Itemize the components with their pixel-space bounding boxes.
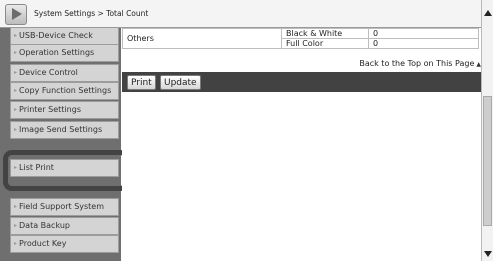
title-bar: System Settings > Total Count bbox=[0, 0, 493, 28]
count-type-cell: Black & White bbox=[281, 28, 369, 39]
table-row: Others Black & White 0 bbox=[122, 28, 479, 49]
chevron-right-icon: ▸ bbox=[14, 222, 18, 229]
chevron-right-icon: ▸ bbox=[14, 106, 18, 113]
sidebar-item-field-support-system[interactable]: ▸ Field Support System bbox=[10, 198, 119, 216]
sidebar-item-label: USB-Device Check bbox=[19, 31, 93, 40]
chevron-right-icon: ▸ bbox=[14, 49, 18, 56]
list-print-highlight bbox=[3, 150, 129, 191]
sidebar-item-usb-device-check[interactable]: ▸ USB-Device Check bbox=[10, 28, 119, 45]
scrollbar-thumb[interactable] bbox=[483, 96, 492, 226]
count-value-cell: 0 bbox=[368, 38, 479, 49]
sidebar-item-device-control[interactable]: ▸ Device Control bbox=[10, 64, 119, 82]
chevron-right-icon: ▸ bbox=[14, 69, 18, 76]
sidebar-item-label: Device Control bbox=[19, 68, 78, 77]
sidebar-item-image-send-settings[interactable]: ▸ Image Send Settings bbox=[10, 121, 119, 139]
sidebar-item-label: Data Backup bbox=[19, 221, 70, 230]
back-to-top-link[interactable]: Back to the Top on This Page ▲ bbox=[359, 59, 481, 68]
scroll-up-icon[interactable] bbox=[484, 10, 492, 16]
sidebar: ▸ USB-Device Check ▸ Operation Settings ▸ D… bbox=[0, 28, 121, 261]
sidebar-item-label: Field Support System bbox=[19, 202, 105, 211]
chevron-right-icon: ▸ bbox=[14, 126, 18, 133]
sidebar-item-label: Printer Settings bbox=[19, 105, 81, 114]
row-label-cell: Others bbox=[122, 28, 282, 49]
sidebar-item-label: Operation Settings bbox=[19, 48, 95, 57]
sidebar-item-product-key[interactable]: ▸ Product Key bbox=[10, 235, 119, 253]
play-triangle-icon bbox=[12, 8, 22, 20]
sidebar-item-printer-settings[interactable]: ▸ Printer Settings bbox=[10, 101, 119, 119]
sidebar-item-label: Copy Function Settings bbox=[19, 86, 112, 95]
back-button[interactable] bbox=[5, 4, 27, 25]
chevron-right-icon: ▸ bbox=[14, 32, 18, 39]
print-button[interactable]: Print bbox=[127, 75, 156, 90]
breadcrumb: System Settings > Total Count bbox=[34, 9, 149, 18]
scroll-down-icon[interactable] bbox=[484, 251, 492, 257]
count-type-cell: Full Color bbox=[281, 38, 369, 49]
sidebar-item-label: Image Send Settings bbox=[19, 125, 103, 134]
main-content: Others Black & White 0 Full Color 0 Back… bbox=[122, 28, 481, 261]
count-value-cell: 0 bbox=[368, 28, 479, 39]
back-to-top-label: Back to the Top on This Page bbox=[359, 59, 475, 68]
update-button[interactable]: Update bbox=[160, 75, 201, 90]
sidebar-item-data-backup[interactable]: ▸ Data Backup bbox=[10, 217, 119, 235]
chevron-right-icon: ▸ bbox=[14, 87, 18, 94]
sidebar-item-copy-function-settings[interactable]: ▸ Copy Function Settings bbox=[10, 82, 119, 100]
total-count-table: Others Black & White 0 Full Color 0 bbox=[122, 28, 479, 49]
sidebar-item-operation-settings[interactable]: ▸ Operation Settings bbox=[10, 44, 119, 62]
chevron-right-icon: ▸ bbox=[14, 203, 18, 210]
chevron-right-icon: ▸ bbox=[14, 240, 18, 247]
action-bar: Print Update bbox=[122, 72, 481, 92]
vertical-scrollbar[interactable] bbox=[481, 0, 493, 261]
sidebar-item-label: Product Key bbox=[19, 239, 67, 248]
